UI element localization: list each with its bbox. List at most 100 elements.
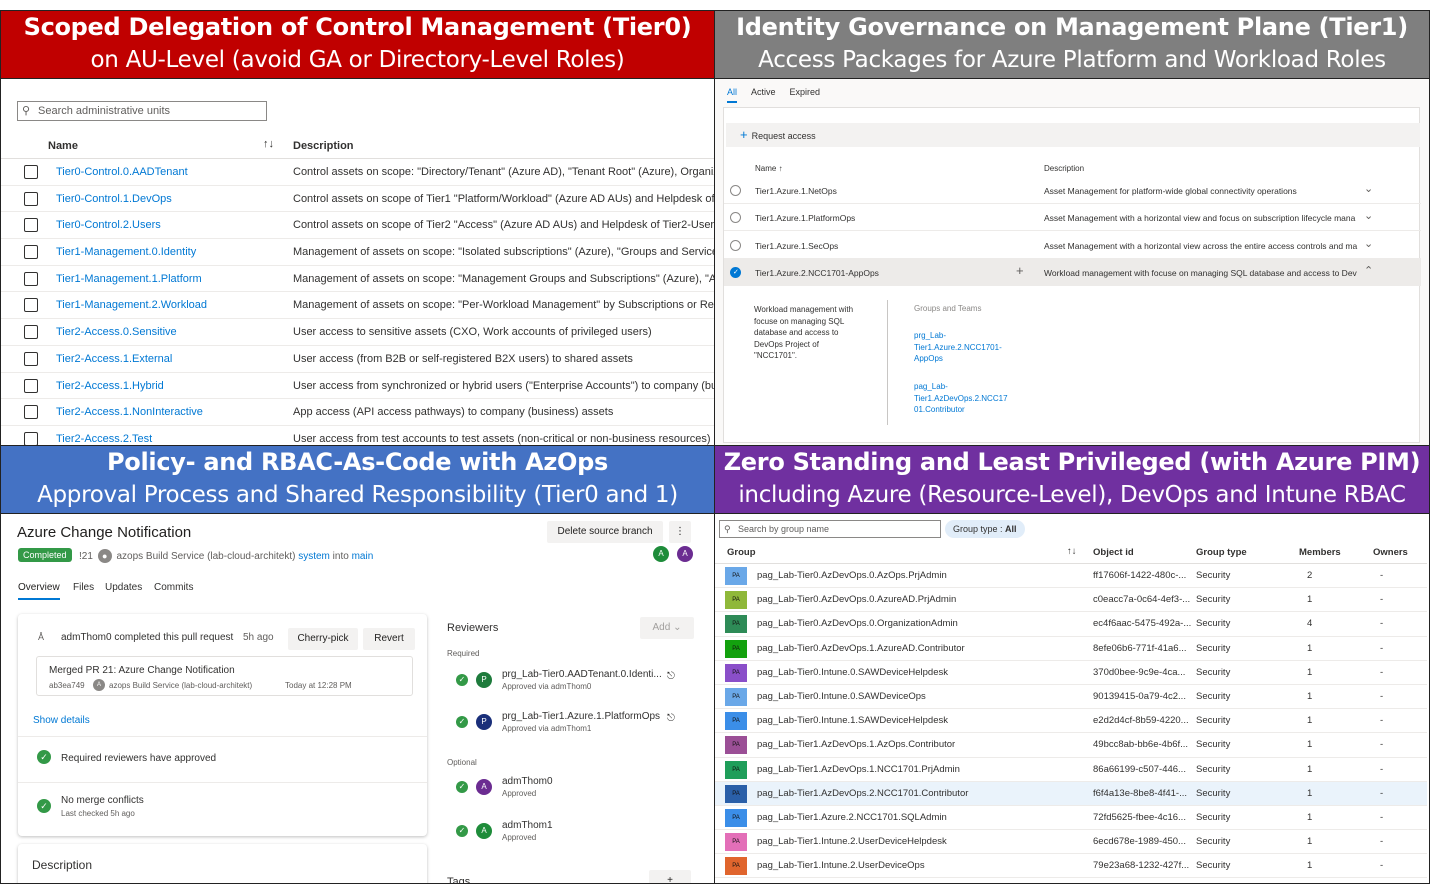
access-package-row[interactable]: Tier1.Azure.1.PlatformOps Asset Managemen… (724, 204, 1421, 232)
au-name-link[interactable]: Tier2-Access.2.Test (56, 433, 152, 445)
access-package-row[interactable]: ✓ Tier1.Azure.2.NCC1701-AppOps + Workload m… (724, 258, 1421, 286)
chevron-down-icon[interactable]: ⌄ (1364, 182, 1373, 195)
row-checkbox[interactable] (24, 245, 38, 260)
table-row[interactable]: Tier2-Access.2.Test User access from test… (1, 426, 714, 445)
tab-commits[interactable]: Commits (154, 582, 193, 593)
table-row[interactable]: Tier1-Management.1.Platform Management of… (1, 266, 714, 293)
group-link-1[interactable]: prg_Lab- Tier1.Azure.2.NCC1701- AppOps (914, 330, 1002, 365)
table-row[interactable]: PA pag_Lab-Tier0.Intune.0.SAWDeviceOps 901… (715, 685, 1427, 710)
tab-updates[interactable]: Updates (105, 582, 142, 593)
table-row[interactable]: Tier1-Management.2.Workload Management of… (1, 292, 714, 320)
table-row[interactable]: PA pag_Lab-Tier1.Intune.2.UserDeviceOps 79… (715, 854, 1427, 879)
group-name[interactable]: pag_Lab-Tier1.AzDevOps.2.NCC1701.Contrib… (757, 788, 968, 799)
table-row[interactable]: PA pag_Lab-Tier1.AzDevOps.2.NCC1701.Contr… (715, 781, 1427, 806)
au-name-link[interactable]: Tier1-Management.1.Platform (56, 273, 202, 285)
col-object-id[interactable]: Object id (1093, 547, 1134, 558)
group-name[interactable]: pag_Lab-Tier1.Intune.2.UserDeviceOps (757, 860, 925, 871)
table-row[interactable]: PA pag_Lab-Tier1.Intune.2.UserDeviceHelpd… (715, 830, 1427, 855)
group-name[interactable]: pag_Lab-Tier1.Azure.2.NCC1701.SQLAdmin (757, 812, 947, 823)
group-name[interactable]: pag_Lab-Tier0.AzDevOps.1.AzureAD.Contrib… (757, 643, 965, 654)
group-name[interactable]: pag_Lab-Tier0.AzDevOps.0.AzOps.PrjAdmin (757, 570, 947, 581)
au-name-link[interactable]: Tier1-Management.0.Identity (56, 246, 196, 258)
sort-icon[interactable]: ↑↓ (263, 138, 274, 150)
add-tag-button[interactable]: + (649, 870, 691, 883)
tab-overview[interactable]: Overview (18, 582, 60, 600)
row-checkbox[interactable] (24, 271, 38, 286)
au-name-link[interactable]: Tier0-Control.1.DevOps (56, 193, 172, 205)
row-radio[interactable] (730, 212, 741, 224)
table-row[interactable]: PA pag_Lab-Tier1.Azure.2.NCC1701.SQLAdmin… (715, 806, 1427, 831)
table-row[interactable]: Tier0-Control.0.AADTenant Control assets … (1, 159, 714, 186)
au-name-link[interactable]: Tier1-Management.2.Workload (56, 299, 207, 311)
group-name[interactable]: pag_Lab-Tier0.Intune.0.SAWDeviceHelpdesk (757, 667, 948, 678)
revert-button[interactable]: Revert (363, 628, 415, 650)
table-row[interactable]: PA pag_Lab-Tier0.AzDevOps.1.AzureAD.Contr… (715, 637, 1427, 661)
group-search-input[interactable]: ⚲ Search by group name (719, 520, 941, 538)
package-name[interactable]: Tier1.Azure.2.NCC1701-AppOps (755, 268, 879, 278)
table-row[interactable]: Tier2-Access.1.Hybrid User access from sy… (1, 373, 714, 400)
package-name[interactable]: Tier1.Azure.1.NetOps (755, 186, 837, 196)
reviewer-name[interactable]: prg_Lab-Tier1.Azure.1.PlatformOps (502, 711, 660, 722)
au-name-link[interactable]: Tier0-Control.2.Users (56, 219, 161, 231)
tab-active[interactable]: Active (751, 87, 776, 101)
au-name-link[interactable]: Tier2-Access.1.Hybrid (56, 380, 164, 392)
row-checkbox[interactable] (24, 298, 38, 313)
row-checkbox[interactable] (24, 351, 38, 366)
row-radio[interactable]: ✓ (730, 266, 741, 278)
cherry-pick-button[interactable]: Cherry-pick (288, 628, 358, 650)
au-name-link[interactable]: Tier2-Access.1.NonInteractive (56, 406, 203, 418)
au-search-input[interactable]: ⚲ Search administrative units (17, 101, 267, 121)
table-row[interactable]: PA pag_Lab-Tier0.AzDevOps.0.AzureAD.PrjAd… (715, 588, 1427, 613)
table-row[interactable]: PA pag_Lab-Tier0.Intune.0.SAWDeviceHelpde… (715, 661, 1427, 685)
group-name[interactable]: pag_Lab-Tier0.Intune.0.SAWDeviceOps (757, 691, 926, 702)
col-name-header[interactable]: Name ↑ (755, 164, 783, 173)
chevron-down-icon[interactable]: ⌄ (1364, 209, 1373, 222)
row-radio[interactable] (730, 239, 741, 251)
reviewer-name[interactable]: admThom0 (502, 776, 553, 787)
group-name[interactable]: pag_Lab-Tier1.AzDevOps.1.AzOps.Contribut… (757, 739, 955, 750)
table-row[interactable]: PA pag_Lab-Tier0.AzDevOps.0.AzOps.PrjAdmi… (715, 564, 1427, 589)
table-row[interactable]: PA pag_Lab-Tier1.AzDevOps.1.NCC1701.PrjAd… (715, 758, 1427, 782)
table-row[interactable]: Tier1-Management.0.Identity Management of… (1, 239, 714, 266)
group-name[interactable]: pag_Lab-Tier0.AzDevOps.0.OrganizationAdm… (757, 618, 958, 629)
group-link-2[interactable]: pag_Lab- Tier1.AzDevOps.2.NCC17 01.Contrib… (914, 381, 1008, 416)
more-icon[interactable]: ⋮ (669, 521, 691, 543)
au-name-link[interactable]: Tier2-Access.1.External (56, 353, 172, 365)
table-row[interactable]: Tier0-Control.2.Users Control assets on s… (1, 212, 714, 240)
au-name-link[interactable]: Tier0-Control.0.AADTenant (56, 166, 188, 178)
col-owners[interactable]: Owners (1373, 547, 1408, 558)
col-group[interactable]: Group (727, 547, 756, 558)
tab-expired[interactable]: Expired (790, 87, 821, 101)
access-package-row[interactable]: Tier1.Azure.1.SecOps Asset Management wit… (724, 232, 1421, 259)
chevron-down-icon[interactable]: ⌄ (1364, 237, 1373, 250)
delete-branch-button[interactable]: Delete source branch (547, 521, 663, 543)
commit-hash[interactable]: ab3ea749 (49, 681, 85, 690)
add-icon[interactable]: + (1016, 263, 1024, 278)
au-name-link[interactable]: Tier2-Access.0.Sensitive (56, 326, 177, 338)
row-checkbox[interactable] (24, 191, 38, 206)
request-access-button[interactable]: + Request access (740, 127, 816, 142)
access-package-row[interactable]: Tier1.Azure.1.NetOps Asset Management for… (724, 177, 1421, 204)
package-name[interactable]: Tier1.Azure.1.SecOps (755, 241, 838, 251)
reviewer-name[interactable]: admThom1 (502, 820, 553, 831)
sort-icon[interactable]: ↑↓ (1067, 546, 1077, 557)
table-row[interactable]: Tier2-Access.0.Sensitive User access to s… (1, 319, 714, 346)
table-row[interactable]: Tier2-Access.1.External User access (from… (1, 346, 714, 373)
tab-files[interactable]: Files (73, 582, 94, 593)
row-checkbox[interactable] (24, 325, 38, 340)
row-checkbox[interactable] (24, 218, 38, 233)
chevron-up-icon[interactable]: ⌃ (1364, 264, 1373, 277)
row-checkbox[interactable] (24, 378, 38, 393)
group-name[interactable]: pag_Lab-Tier0.AzDevOps.0.AzureAD.PrjAdmi… (757, 594, 956, 605)
col-group-type[interactable]: Group type (1196, 547, 1247, 558)
col-name-header[interactable]: Name (48, 140, 78, 152)
package-name[interactable]: Tier1.Azure.1.PlatformOps (755, 213, 855, 223)
table-row[interactable]: Tier0-Control.1.DevOps Control assets on … (1, 186, 714, 213)
show-details-link[interactable]: Show details (33, 715, 90, 726)
group-name[interactable]: pag_Lab-Tier1.Intune.2.UserDeviceHelpdes… (757, 836, 947, 847)
table-row[interactable]: Tier2-Access.1.NonInteractive App access … (1, 399, 714, 426)
group-type-filter[interactable]: Group type : All (945, 520, 1025, 538)
group-name[interactable]: pag_Lab-Tier0.Intune.1.SAWDeviceHelpdesk (757, 715, 948, 726)
row-radio[interactable] (730, 185, 741, 196)
table-row[interactable]: PA pag_Lab-Tier0.Intune.1.SAWDeviceHelpde… (715, 709, 1427, 734)
